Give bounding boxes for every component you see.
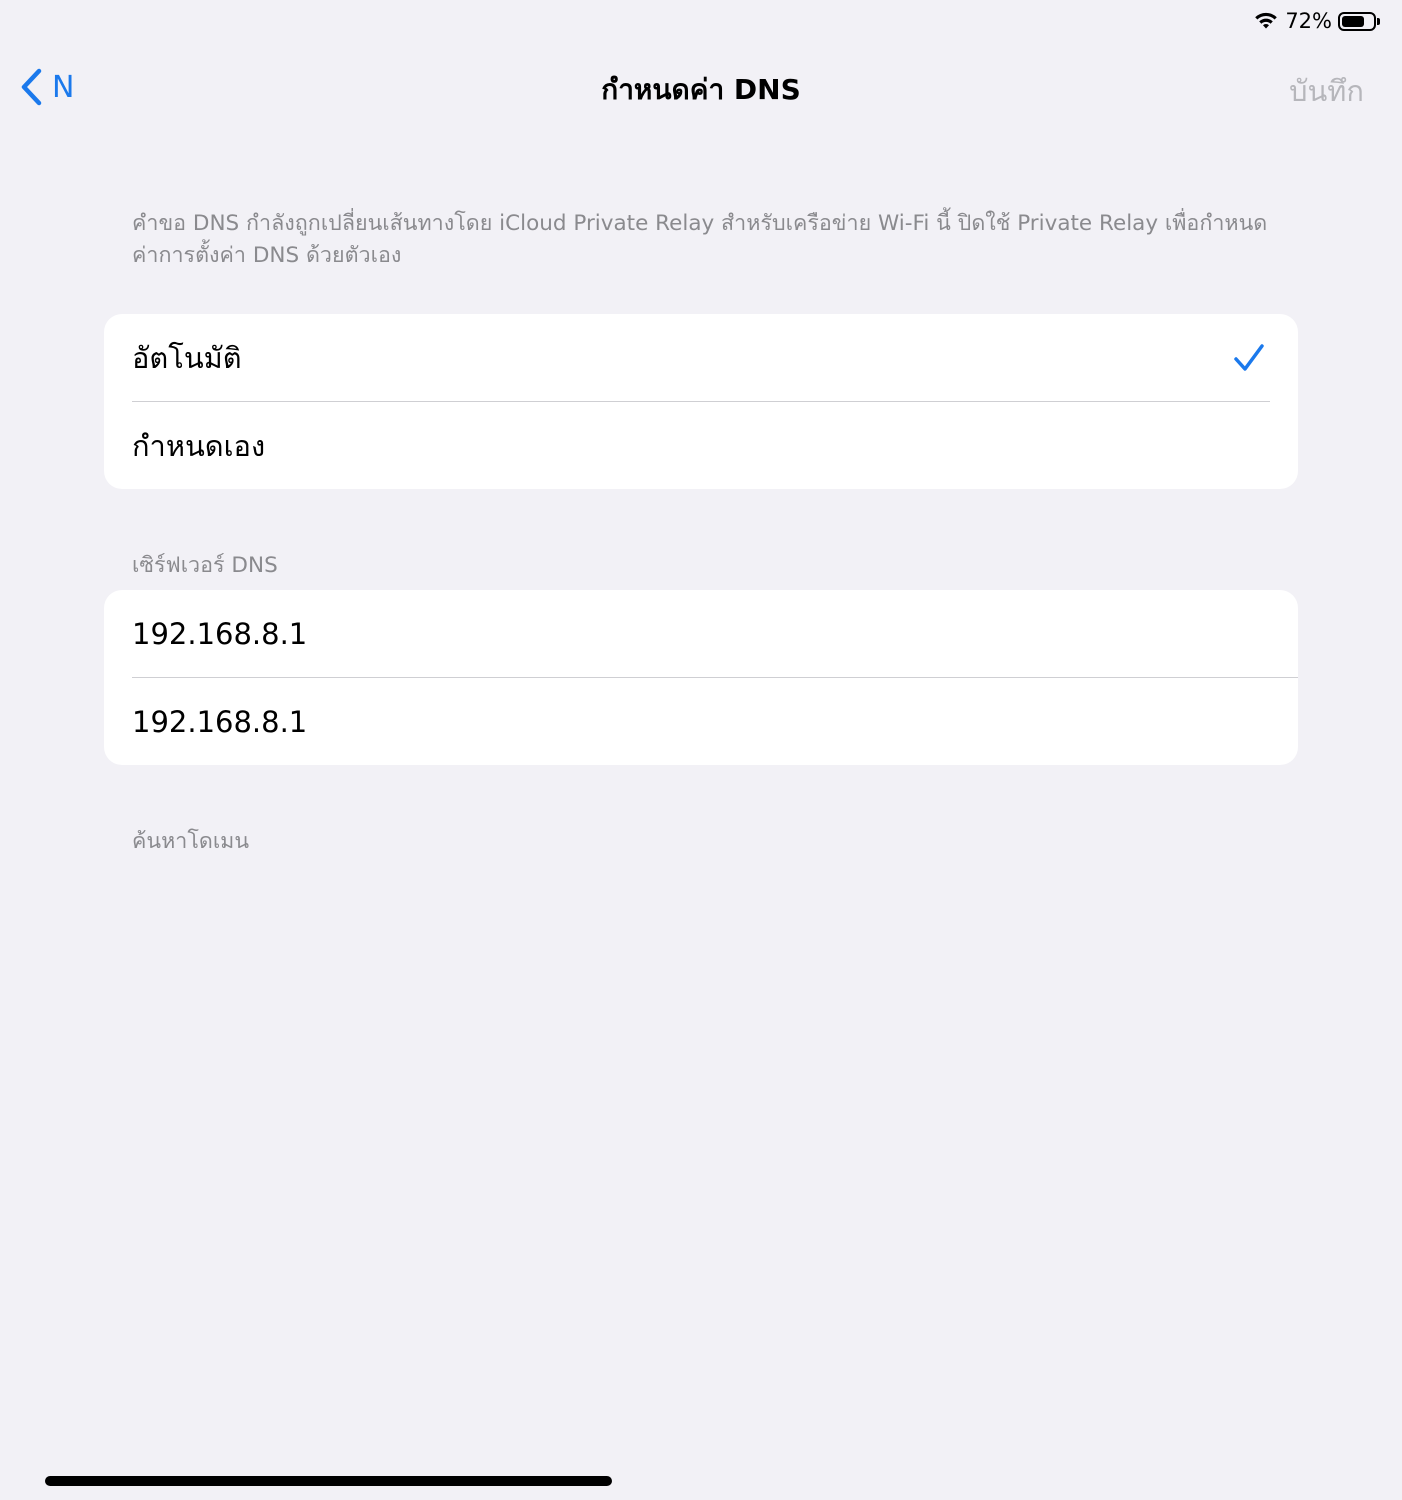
private-relay-notice: คำขอ DNS กำลังถูกเปลี่ยนเส้นทางโดย iClou… <box>132 211 1268 268</box>
save-button[interactable]: บันทึก <box>1289 68 1364 114</box>
checkmark-icon <box>1234 343 1264 372</box>
home-indicator[interactable] <box>45 1476 612 1486</box>
dns-server-row[interactable]: 192.168.8.1 <box>104 678 1298 765</box>
battery-icon <box>1338 11 1380 31</box>
option-automatic[interactable]: อัตโนมัติ <box>104 314 1298 401</box>
option-manual[interactable]: กำหนดเอง <box>104 402 1298 489</box>
dns-servers-group: 192.168.8.1 192.168.8.1 <box>104 590 1298 765</box>
dns-server-address: 192.168.8.1 <box>132 616 308 651</box>
navigation-bar: N กำหนดค่า DNS บันทึก <box>0 60 1402 120</box>
battery-percentage: 72% <box>1285 9 1332 33</box>
dns-mode-group: อัตโนมัติ กำหนดเอง <box>104 314 1298 489</box>
page-title: กำหนดค่า DNS <box>601 73 801 106</box>
dns-server-address: 192.168.8.1 <box>132 704 308 739</box>
battery-cap <box>1377 17 1380 25</box>
dns-servers-header: เซิร์ฟเวอร์ DNS <box>132 553 278 578</box>
status-bar: 72% <box>1253 6 1380 36</box>
option-manual-label: กำหนดเอง <box>132 428 266 463</box>
wifi-icon <box>1253 11 1279 31</box>
option-automatic-label: อัตโนมัติ <box>132 340 242 375</box>
dns-server-row[interactable]: 192.168.8.1 <box>104 590 1298 677</box>
search-domains-header: ค้นหาโดเมน <box>132 829 250 854</box>
battery-level-fill <box>1342 15 1364 27</box>
